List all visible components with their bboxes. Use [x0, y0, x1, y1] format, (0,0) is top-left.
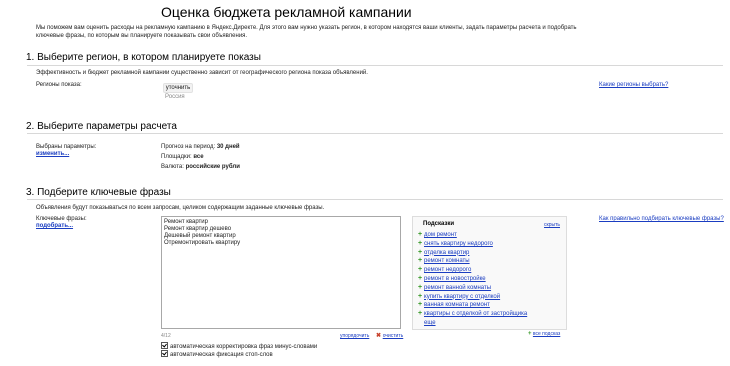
region-value: Россия	[165, 94, 185, 100]
hint-item[interactable]: + отделка квартир	[416, 249, 527, 258]
period-value: 30 дней	[216, 144, 240, 150]
hints-panel: Подсказки скрыть + дом ремонт + снять квар…	[412, 216, 567, 330]
clear-link[interactable]: очистить	[383, 333, 404, 339]
hint-item[interactable]: + ремонт недорого	[416, 266, 527, 275]
divider	[27, 199, 723, 200]
plus-icon[interactable]: +	[416, 249, 424, 258]
sites-value: все	[193, 154, 204, 160]
section3-description: Объявления будут показываться по всем за…	[36, 205, 325, 211]
divider	[27, 133, 723, 134]
hint-item[interactable]: + ремонт комнаты	[416, 257, 527, 266]
sites-row: Площадки: все	[161, 154, 204, 160]
section1-heading: 1. Выберите регион, в котором планируете…	[26, 52, 261, 63]
auto-minus-words-checkbox[interactable]	[161, 342, 168, 349]
keywords-label: Ключевые фразы:	[36, 216, 87, 222]
hint-item[interactable]: + квартиры с отделкой от застройщика	[416, 310, 527, 319]
pick-keywords-link[interactable]: подобрать...	[36, 223, 73, 229]
regions-label: Регионы показа:	[36, 82, 82, 88]
divider	[27, 65, 723, 66]
plus-icon[interactable]: +	[416, 310, 424, 319]
auto-stopwords-label: автоматическая фиксация стоп-слов	[170, 352, 273, 358]
hint-link[interactable]: дом ремонт	[424, 231, 457, 240]
auto-stopwords-checkbox[interactable]	[161, 350, 168, 357]
page-intro: Мы поможем вам оценить расходы на реклам…	[36, 25, 577, 39]
period-label: Прогноз на период:	[161, 144, 216, 150]
period-row: Прогноз на период: 30 дней	[161, 144, 240, 150]
plus-icon[interactable]: +	[416, 240, 424, 249]
hint-item[interactable]: + купить квартиру с отделкой	[416, 293, 527, 302]
plus-icon[interactable]: +	[416, 231, 424, 240]
order-link[interactable]: упорядочить	[340, 333, 369, 339]
hint-item[interactable]: + ремонт ванной комнаты	[416, 284, 527, 293]
hint-link[interactable]: ремонт ванной комнаты	[424, 284, 491, 293]
keywords-textarea[interactable]: Ремонт квартир Ремонт квартир дешево Деш…	[161, 216, 401, 329]
sites-label: Площадки:	[161, 154, 192, 160]
clear-x-icon[interactable]: ✖	[376, 333, 381, 339]
clear-row[interactable]: ✖ очистить	[376, 332, 403, 339]
auto-stopwords-option[interactable]: автоматическая фиксация стоп-слов	[161, 349, 273, 358]
more-hints-item[interactable]: еще	[416, 319, 527, 328]
section3-heading: 3. Подберите ключевые фразы	[26, 187, 171, 198]
currency-row: Валюта: российские рубли	[161, 164, 240, 170]
hint-link[interactable]: ремонт комнаты	[424, 257, 470, 266]
hint-link[interactable]: квартиры с отделкой от застройщика	[424, 310, 527, 319]
section1-description: Эффективность и бюджет рекламной кампани…	[36, 70, 368, 76]
plus-icon[interactable]: +	[416, 275, 424, 284]
add-all-plus-icon[interactable]: +	[528, 331, 532, 337]
plus-icon[interactable]: +	[416, 257, 424, 266]
change-params-link[interactable]: изменить...	[36, 151, 69, 157]
selected-params-label: Выбраны параметры:	[36, 144, 97, 150]
plus-icon[interactable]: +	[416, 266, 424, 275]
refine-region-button[interactable]: уточнить	[163, 83, 193, 93]
plus-icon[interactable]: +	[416, 284, 424, 293]
section2-heading: 2. Выберите параметры расчета	[26, 121, 177, 132]
keywords-count: 4/12	[161, 333, 171, 339]
hint-item[interactable]: + дом ремонт	[416, 231, 527, 240]
add-all-hints-link[interactable]: все подсказ	[533, 331, 560, 337]
more-hints-link[interactable]: еще	[424, 319, 436, 328]
add-all-row[interactable]: + все подсказ	[528, 331, 560, 337]
hint-link[interactable]: ремонт в новостройке	[424, 275, 486, 284]
hint-link[interactable]: снять квартиру недорого	[424, 240, 493, 249]
hint-link[interactable]: ремонт недорого	[424, 266, 471, 275]
page-title: Оценка бюджета рекламной кампании	[161, 4, 412, 20]
hint-link[interactable]: отделка квартир	[424, 249, 469, 258]
which-regions-link[interactable]: Какие регионы выбрать?	[599, 82, 668, 88]
hint-item[interactable]: + ремонт в новостройке	[416, 275, 527, 284]
hints-title: Подсказки	[423, 221, 455, 227]
hint-link[interactable]: ванная комната ремонт	[424, 301, 490, 310]
hint-link[interactable]: купить квартиру с отделкой	[424, 293, 500, 302]
plus-icon[interactable]: +	[416, 293, 424, 302]
keywords-help-link[interactable]: Как правильно подбирать ключевые фразы?	[599, 216, 724, 222]
currency-value: российские рубли	[185, 164, 240, 170]
hint-item[interactable]: + снять квартиру недорого	[416, 240, 527, 249]
plus-icon[interactable]: +	[416, 301, 424, 310]
hide-hints-link[interactable]: скрыть	[544, 222, 560, 228]
hint-item[interactable]: + ванная комната ремонт	[416, 301, 527, 310]
currency-label: Валюта:	[161, 164, 184, 170]
hint-list: + дом ремонт + снять квартиру недорого + от…	[416, 231, 527, 328]
